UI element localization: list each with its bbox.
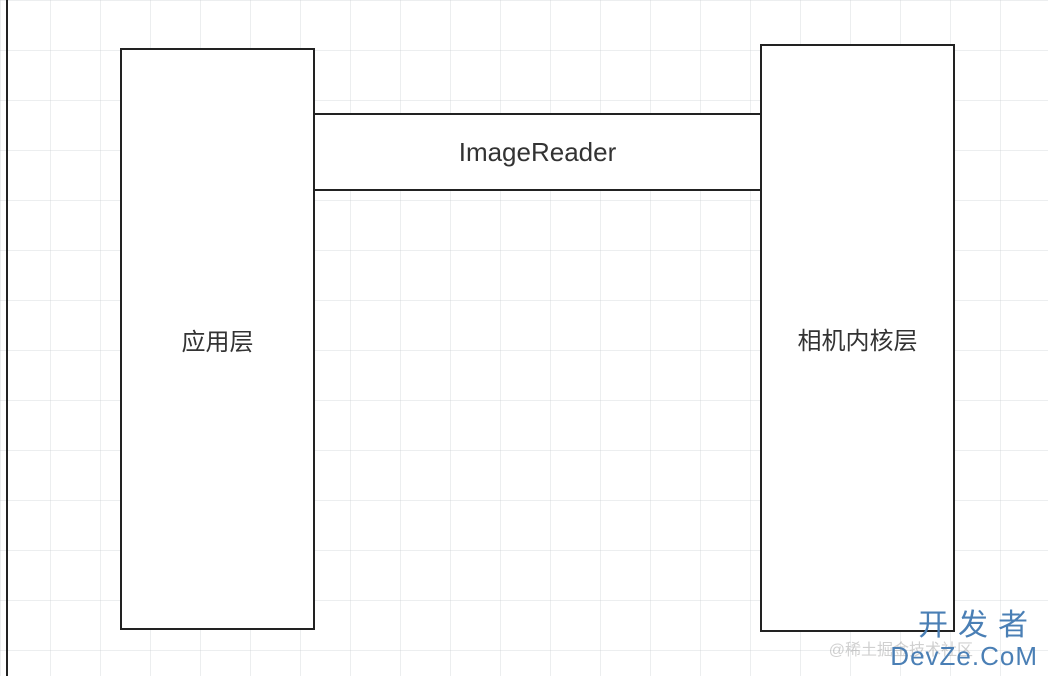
- watermark-english: DevZe.CoM: [890, 641, 1038, 672]
- watermark-chinese: 开发者: [918, 600, 1038, 644]
- image-reader-label: ImageReader: [459, 137, 617, 168]
- camera-kernel-layer-label: 相机内核层: [798, 321, 918, 356]
- app-layer-box: 应用层: [120, 48, 315, 630]
- left-edge-border: [0, 0, 8, 676]
- image-reader-box: ImageReader: [313, 113, 762, 191]
- app-layer-label: 应用层: [182, 322, 254, 357]
- camera-kernel-layer-box: 相机内核层: [760, 44, 955, 632]
